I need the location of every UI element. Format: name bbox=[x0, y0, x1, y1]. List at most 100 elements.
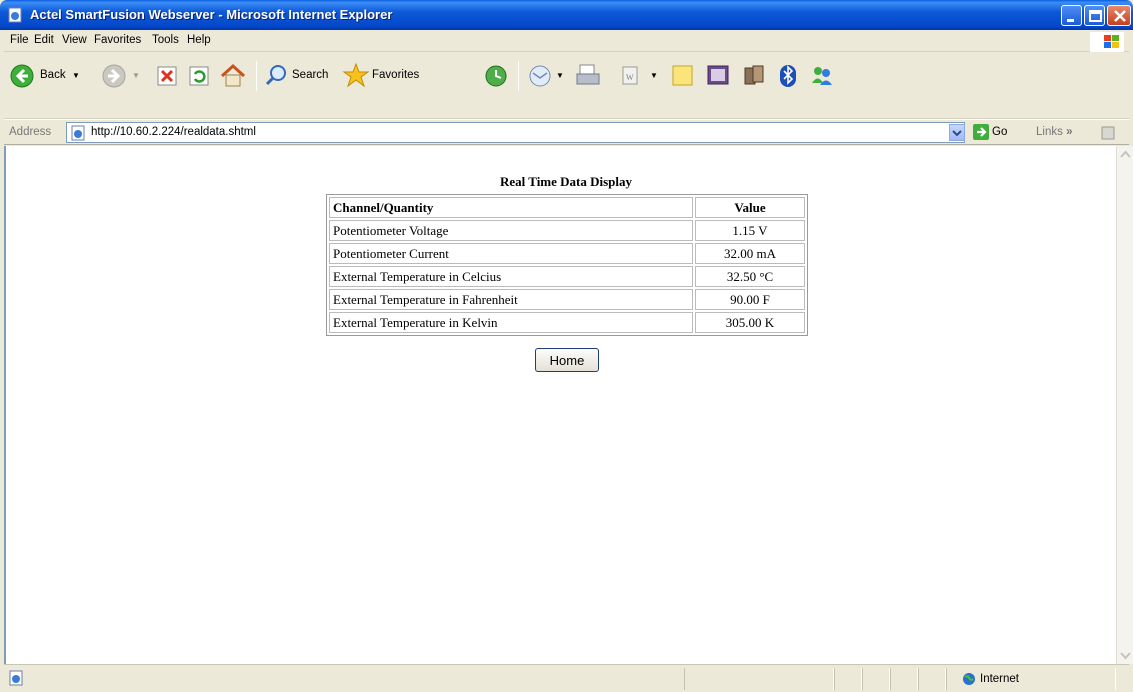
vertical-scrollbar[interactable] bbox=[1116, 146, 1133, 664]
internet-globe-icon bbox=[963, 673, 975, 685]
search-button[interactable]: Search bbox=[262, 61, 332, 91]
status-panel bbox=[918, 668, 946, 690]
links-toolbar[interactable]: Links » bbox=[1036, 126, 1072, 138]
menu-file[interactable]: File bbox=[10, 34, 29, 46]
table-row: External Temperature in Kelvin 305.00 K bbox=[329, 312, 805, 333]
table-row: Potentiometer Voltage 1.15 V bbox=[329, 220, 805, 241]
value-cell: 90.00 F bbox=[695, 289, 805, 310]
mail-dropdown-icon[interactable]: ▼ bbox=[556, 71, 564, 80]
note-icon bbox=[672, 65, 693, 86]
quantity-cell: External Temperature in Kelvin bbox=[329, 312, 693, 333]
edit-document-icon: W bbox=[622, 66, 638, 85]
chevron-down-icon bbox=[952, 130, 962, 137]
home-button[interactable]: Home bbox=[535, 348, 599, 372]
refresh-icon bbox=[189, 66, 209, 86]
minimize-button[interactable] bbox=[1061, 5, 1082, 26]
data-table: Channel/Quantity Value Potentiometer Vol… bbox=[326, 194, 808, 336]
address-bar: Address http://10.60.2.224/realdata.shtm… bbox=[4, 119, 1129, 145]
toolbar-separator bbox=[256, 61, 257, 91]
research-book-icon bbox=[707, 65, 729, 85]
quantity-cell: External Temperature in Celcius bbox=[329, 266, 693, 287]
window-title: Actel SmartFusion Webserver - Microsoft … bbox=[30, 7, 393, 22]
bluetooth-icon bbox=[780, 65, 796, 87]
chevron-down-icon bbox=[1120, 652, 1131, 660]
ie-page-icon bbox=[8, 7, 22, 23]
column-header-value: Value bbox=[695, 197, 805, 218]
address-dropdown-button[interactable] bbox=[949, 124, 965, 141]
edit-button[interactable]: W ▼ bbox=[616, 61, 660, 91]
media-button[interactable] bbox=[740, 61, 770, 91]
column-header-quantity: Channel/Quantity bbox=[329, 197, 693, 218]
close-button[interactable] bbox=[1107, 5, 1131, 26]
stop-button[interactable] bbox=[154, 61, 182, 91]
address-label: Address bbox=[9, 126, 52, 138]
home-toolbar-button[interactable] bbox=[218, 61, 250, 91]
address-input[interactable]: http://10.60.2.224/realdata.shtml bbox=[66, 122, 965, 143]
links-page-icon bbox=[1101, 126, 1115, 140]
status-panel bbox=[862, 668, 890, 690]
table-row: Potentiometer Current 32.00 mA bbox=[329, 243, 805, 264]
print-icon bbox=[576, 64, 600, 85]
table-row: External Temperature in Fahrenheit 90.00… bbox=[329, 289, 805, 310]
value-cell: 32.00 mA bbox=[695, 243, 805, 264]
page-viewport: Real Time Data Display Channel/Quantity … bbox=[4, 146, 1116, 664]
back-dropdown-icon[interactable]: ▼ bbox=[72, 71, 80, 80]
value-cell: 305.00 K bbox=[695, 312, 805, 333]
stop-icon bbox=[157, 66, 177, 86]
edit-dropdown-icon[interactable]: ▼ bbox=[650, 71, 658, 80]
table-header-row: Channel/Quantity Value bbox=[329, 197, 805, 218]
go-button[interactable]: Go bbox=[970, 122, 1024, 143]
search-icon bbox=[265, 65, 286, 86]
status-panel bbox=[890, 668, 918, 690]
status-bar: Internet bbox=[4, 664, 1129, 692]
status-panel bbox=[834, 668, 862, 690]
messenger-button[interactable] bbox=[808, 61, 838, 91]
menu-view[interactable]: View bbox=[62, 34, 87, 46]
windows-logo-icon bbox=[1090, 32, 1124, 52]
menu-bar: File Edit View Favorites Tools Help bbox=[4, 30, 1129, 52]
svg-text:W: W bbox=[626, 73, 634, 82]
history-button[interactable] bbox=[482, 61, 512, 91]
media-icon bbox=[744, 65, 764, 85]
back-button[interactable]: Back ▼ bbox=[8, 61, 88, 91]
title-bar: Actel SmartFusion Webserver - Microsoft … bbox=[0, 0, 1133, 30]
favorites-star-icon bbox=[342, 62, 370, 88]
mail-button[interactable]: ▼ bbox=[526, 61, 570, 91]
security-zone-label: Internet bbox=[980, 673, 1019, 685]
status-panel bbox=[684, 668, 834, 690]
menu-edit[interactable]: Edit bbox=[34, 34, 54, 46]
forward-arrow-icon bbox=[102, 64, 126, 88]
messenger-icon bbox=[812, 67, 832, 85]
forward-button[interactable]: ▼ bbox=[100, 61, 144, 91]
page-status-icon bbox=[9, 670, 23, 686]
address-url: http://10.60.2.224/realdata.shtml bbox=[91, 126, 256, 138]
menu-favorites[interactable]: Favorites bbox=[94, 34, 141, 46]
discuss-button[interactable] bbox=[668, 61, 698, 91]
chevron-up-icon bbox=[1120, 150, 1131, 158]
standard-toolbar: Back ▼ ▼ Search Favorites ▼ W ▼ bbox=[4, 53, 1129, 119]
history-icon bbox=[485, 65, 507, 87]
quantity-cell: Potentiometer Voltage bbox=[329, 220, 693, 241]
page-title: Real Time Data Display bbox=[499, 174, 633, 189]
menu-help[interactable]: Help bbox=[187, 34, 211, 46]
mail-icon bbox=[529, 65, 551, 87]
bluetooth-button[interactable] bbox=[776, 61, 802, 91]
forward-dropdown-icon[interactable]: ▼ bbox=[132, 71, 140, 80]
maximize-button[interactable] bbox=[1084, 5, 1105, 26]
home-icon bbox=[220, 63, 246, 87]
scroll-down-button[interactable] bbox=[1117, 647, 1133, 664]
quantity-cell: Potentiometer Current bbox=[329, 243, 693, 264]
scroll-up-button[interactable] bbox=[1117, 146, 1133, 163]
research-button[interactable] bbox=[704, 61, 734, 91]
refresh-button[interactable] bbox=[186, 61, 214, 91]
print-button[interactable] bbox=[574, 61, 604, 91]
table-row: External Temperature in Celcius 32.50 °C bbox=[329, 266, 805, 287]
favorites-button[interactable]: Favorites bbox=[342, 61, 428, 91]
value-cell: 32.50 °C bbox=[695, 266, 805, 287]
value-cell: 1.15 V bbox=[695, 220, 805, 241]
toolbar-separator bbox=[518, 61, 519, 91]
menu-tools[interactable]: Tools bbox=[152, 34, 179, 46]
page-icon bbox=[71, 125, 85, 141]
quantity-cell: External Temperature in Fahrenheit bbox=[329, 289, 693, 310]
go-arrow-icon bbox=[973, 124, 989, 140]
